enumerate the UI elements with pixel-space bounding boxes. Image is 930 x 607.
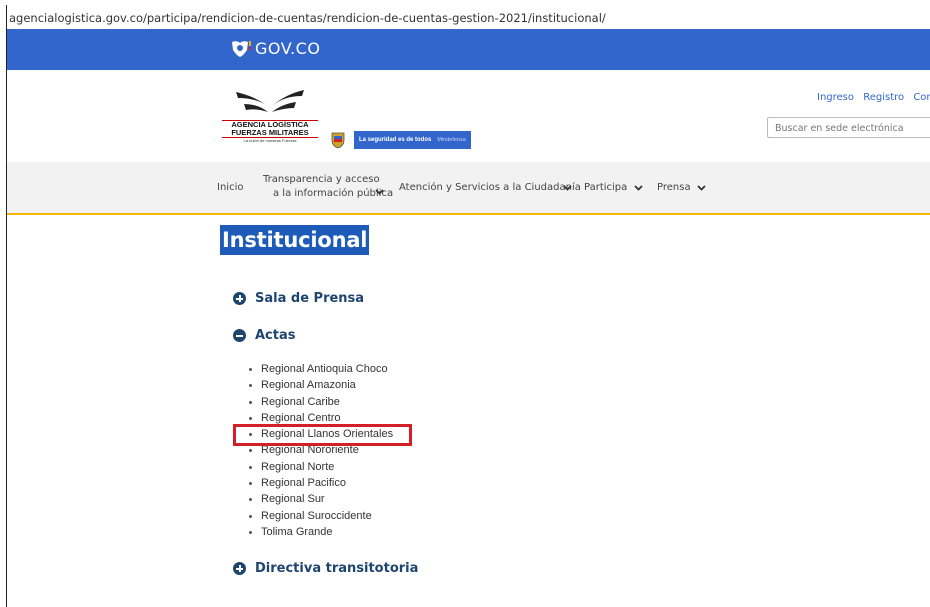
nav-item-inicio[interactable]: Inicio bbox=[217, 181, 243, 195]
agencia-logistica-logo[interactable]: AGENCIA LOGÍSTICA FUERZAS MILITARES La u… bbox=[222, 88, 318, 143]
accordion-label: Sala de Prensa bbox=[255, 291, 365, 306]
agency-name-line2: FUERZAS MILITARES bbox=[231, 128, 309, 137]
agency-name: AGENCIA LOGÍSTICA FUERZAS MILITARES bbox=[222, 120, 318, 138]
ministry-name: Mindefensa bbox=[437, 136, 466, 143]
plus-circle-icon bbox=[233, 292, 246, 305]
minus-circle-icon bbox=[233, 329, 246, 342]
accordion-directiva-transitotoria[interactable]: Directiva transitotoria bbox=[233, 561, 418, 576]
nav-label-transparencia-line2: a la información pública bbox=[273, 188, 394, 199]
accordion-sala-de-prensa[interactable]: Sala de Prensa bbox=[233, 291, 364, 306]
agency-tagline: La unión de nuestras Fuerzas bbox=[243, 138, 297, 143]
site-search bbox=[767, 117, 930, 138]
account-links: Ingreso Registro Corre bbox=[817, 92, 930, 103]
main-nav: Inicio Transparencia y acceso a la infor… bbox=[7, 162, 930, 215]
actas-list: Regional Antioquia Choco Regional Amazon… bbox=[245, 361, 393, 540]
highlight-annotation-box bbox=[233, 424, 412, 446]
accordion-label: Actas bbox=[255, 328, 296, 343]
list-item[interactable]: Regional Sur bbox=[245, 491, 393, 507]
chevron-down-icon[interactable] bbox=[697, 185, 706, 191]
chevron-down-icon[interactable] bbox=[375, 189, 384, 195]
gov-co-logo[interactable]: GOV.CO bbox=[229, 39, 320, 58]
accordion-actas[interactable]: Actas bbox=[233, 328, 296, 343]
page-title: Institucional bbox=[220, 225, 370, 255]
gov-co-brand-text: GOV.CO bbox=[255, 39, 321, 58]
address-bar-url: agencialogistica.gov.co/participa/rendic… bbox=[9, 11, 606, 25]
ministry-banner: La seguridad es de todos Mindefensa bbox=[354, 131, 471, 149]
list-item[interactable]: Regional Amazonia bbox=[245, 377, 393, 393]
ministry-slogan: La seguridad es de todos bbox=[359, 136, 432, 143]
colombia-shield-icon bbox=[331, 132, 345, 149]
nav-label-prensa: Prensa bbox=[657, 182, 691, 193]
plus-circle-icon bbox=[233, 562, 246, 575]
main-content: Institucional Sala de Prensa Actas Regio… bbox=[7, 217, 930, 607]
address-bar[interactable]: agencialogistica.gov.co/participa/rendic… bbox=[7, 5, 930, 29]
ministry-logo[interactable]: La seguridad es de todos Mindefensa bbox=[330, 131, 471, 149]
nav-label-participa: Participa bbox=[584, 182, 628, 193]
accordion-label: Directiva transitotoria bbox=[255, 561, 419, 576]
nav-label-transparencia-line1: Transparencia y acceso bbox=[263, 174, 380, 185]
list-item[interactable]: Regional Norte bbox=[245, 459, 393, 475]
register-link[interactable]: Registro bbox=[863, 92, 904, 103]
gov-co-bar: GOV.CO bbox=[7, 29, 930, 70]
list-item[interactable]: Regional Suroccidente bbox=[245, 508, 393, 524]
nav-label-inicio: Inicio bbox=[217, 182, 244, 193]
chevron-down-icon[interactable] bbox=[634, 185, 643, 191]
search-input[interactable] bbox=[768, 119, 930, 138]
nav-item-atencion[interactable]: Atención y Servicios a la Ciudadanía bbox=[399, 181, 581, 195]
nav-item-prensa[interactable]: Prensa bbox=[657, 181, 691, 195]
gov-co-shield-icon bbox=[232, 40, 251, 57]
list-item[interactable]: Tolima Grande bbox=[245, 524, 393, 540]
login-link[interactable]: Ingreso bbox=[817, 92, 854, 103]
eagle-wings-icon bbox=[236, 90, 304, 112]
nav-item-participa[interactable]: Participa bbox=[584, 181, 627, 195]
nav-item-transparencia[interactable]: Transparencia y acceso a la información … bbox=[263, 173, 393, 201]
list-item[interactable]: Regional Pacifico bbox=[245, 475, 393, 491]
nav-label-atencion: Atención y Servicios a la Ciudadanía bbox=[399, 182, 581, 193]
chevron-down-icon[interactable] bbox=[563, 185, 572, 191]
mail-link[interactable]: Corre bbox=[913, 92, 930, 103]
list-item[interactable]: Regional Caribe bbox=[245, 394, 393, 410]
site-header: AGENCIA LOGÍSTICA FUERZAS MILITARES La u… bbox=[7, 70, 930, 162]
list-item[interactable]: Regional Antioquia Choco bbox=[245, 361, 393, 377]
